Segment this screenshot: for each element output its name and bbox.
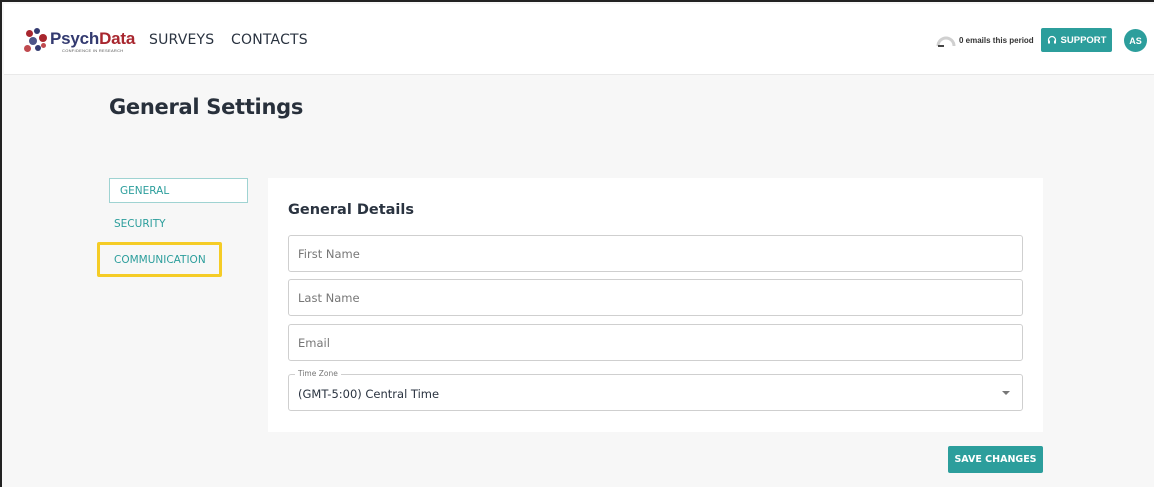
headset-icon bbox=[1047, 35, 1056, 44]
psychdata-logo[interactable]: PsychData CONFIDENCE IN RESEARCH bbox=[24, 26, 135, 56]
card-title: General Details bbox=[288, 202, 415, 218]
email-field[interactable] bbox=[288, 324, 1023, 361]
user-avatar[interactable]: AS bbox=[1124, 29, 1147, 52]
app-frame: PsychData CONFIDENCE IN RESEARCH SURVEYS… bbox=[0, 0, 1154, 487]
molecule-logo-icon bbox=[24, 28, 48, 54]
communication-highlight-box bbox=[97, 242, 222, 277]
first-name-field[interactable] bbox=[288, 235, 1023, 272]
time-zone-select[interactable]: Time Zone (GMT-5:00) Central Time bbox=[288, 369, 1023, 411]
support-label: SUPPORT bbox=[1060, 34, 1107, 46]
email-usage-text: 0 emails this period bbox=[959, 36, 1034, 45]
brand-name: PsychData bbox=[50, 28, 136, 48]
top-navigation-bar: PsychData CONFIDENCE IN RESEARCH SURVEYS… bbox=[4, 4, 1154, 75]
brand-tagline: CONFIDENCE IN RESEARCH bbox=[62, 47, 124, 53]
time-zone-value: (GMT-5:00) Central Time bbox=[298, 387, 440, 401]
page-title: General Settings bbox=[109, 95, 304, 119]
nav-contacts[interactable]: CONTACTS bbox=[231, 32, 308, 48]
nav-surveys[interactable]: SURVEYS bbox=[149, 32, 214, 48]
sidebar-item-general[interactable]: GENERAL bbox=[109, 178, 248, 203]
time-zone-label: Time Zone bbox=[295, 369, 341, 378]
save-changes-button[interactable]: SAVE CHANGES bbox=[948, 446, 1043, 473]
sidebar-item-security[interactable]: SECURITY bbox=[114, 218, 166, 230]
support-button[interactable]: SUPPORT bbox=[1041, 28, 1112, 52]
general-details-card: General Details Time Zone (GMT-5:00) Cen… bbox=[268, 178, 1043, 432]
last-name-field[interactable] bbox=[288, 279, 1023, 316]
gauge-icon bbox=[936, 36, 956, 47]
caret-down-icon bbox=[1002, 391, 1010, 395]
